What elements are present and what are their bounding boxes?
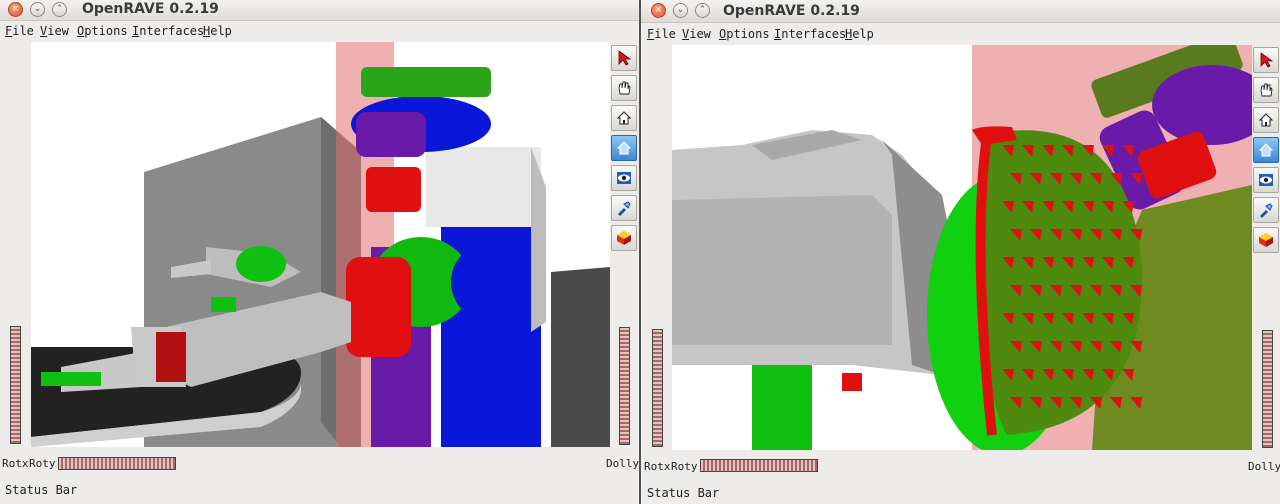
view-all-eye-icon[interactable] bbox=[1253, 167, 1279, 193]
rotx-wheel[interactable] bbox=[652, 329, 663, 447]
menu-help[interactable]: Help bbox=[845, 27, 874, 41]
menu-options[interactable]: Options bbox=[719, 27, 770, 41]
menu-view[interactable]: View bbox=[682, 27, 711, 41]
openrave-window-left: × ⌄ ⌃ OpenRAVE 0.2.19 File View Options … bbox=[0, 0, 639, 504]
roty-label: Roty bbox=[671, 460, 698, 473]
dolly-label: Dolly bbox=[606, 457, 639, 470]
menu-help[interactable]: Help bbox=[203, 24, 232, 38]
menu-bar: File View Options Interfaces Help bbox=[641, 25, 1280, 45]
rotx-label: Rotx bbox=[2, 457, 29, 470]
view-all-eye-icon[interactable] bbox=[611, 165, 637, 191]
set-home-icon[interactable] bbox=[1253, 137, 1279, 163]
status-bar: Status Bar bbox=[5, 483, 78, 497]
projection-cube-icon[interactable] bbox=[611, 225, 637, 251]
rotx-wheel[interactable] bbox=[10, 326, 21, 444]
roty-wheel[interactable] bbox=[700, 459, 818, 472]
window-title: OpenRAVE 0.2.19 bbox=[723, 3, 860, 19]
3d-viewport[interactable] bbox=[672, 45, 1252, 450]
menu-file[interactable]: File bbox=[647, 27, 676, 41]
dolly-wheel[interactable] bbox=[619, 327, 630, 445]
dolly-label: Dolly bbox=[1248, 460, 1280, 473]
select-arrow-icon[interactable] bbox=[611, 45, 637, 71]
menu-options[interactable]: Options bbox=[77, 24, 128, 38]
dolly-wheel[interactable] bbox=[1262, 330, 1273, 448]
set-home-icon[interactable] bbox=[611, 135, 637, 161]
title-bar[interactable]: × ⌄ ⌃ OpenRAVE 0.2.19 bbox=[641, 0, 1280, 23]
menu-interfaces[interactable]: Interfaces bbox=[132, 24, 204, 38]
pan-hand-icon[interactable] bbox=[611, 75, 637, 101]
seek-flashlight-icon[interactable] bbox=[611, 195, 637, 221]
roty-label: Roty bbox=[29, 457, 56, 470]
maximize-window-button[interactable]: ⌃ bbox=[52, 2, 67, 17]
status-bar: Status Bar bbox=[647, 486, 720, 500]
home-icon[interactable] bbox=[611, 105, 637, 131]
menu-bar: File View Options Interfaces Help bbox=[0, 22, 639, 42]
maximize-window-button[interactable]: ⌃ bbox=[695, 3, 710, 18]
close-window-button[interactable]: × bbox=[8, 2, 23, 17]
close-window-button[interactable]: × bbox=[651, 3, 666, 18]
menu-interfaces[interactable]: Interfaces bbox=[774, 27, 846, 41]
minimize-window-button[interactable]: ⌄ bbox=[673, 3, 688, 18]
minimize-window-button[interactable]: ⌄ bbox=[30, 2, 45, 17]
select-arrow-icon[interactable] bbox=[1253, 47, 1279, 73]
roty-wheel[interactable] bbox=[58, 457, 176, 470]
robot-scene-render bbox=[31, 42, 610, 447]
3d-viewport[interactable] bbox=[31, 42, 610, 447]
viewer-toolbar bbox=[1253, 47, 1279, 257]
menu-file[interactable]: File bbox=[5, 24, 34, 38]
viewer-toolbar bbox=[611, 45, 637, 255]
window-title: OpenRAVE 0.2.19 bbox=[82, 1, 219, 17]
seek-flashlight-icon[interactable] bbox=[1253, 197, 1279, 223]
gripper-closeup-render bbox=[672, 45, 1252, 450]
rotx-label: Rotx bbox=[644, 460, 671, 473]
menu-view[interactable]: View bbox=[40, 24, 69, 38]
pan-hand-icon[interactable] bbox=[1253, 77, 1279, 103]
home-icon[interactable] bbox=[1253, 107, 1279, 133]
projection-cube-icon[interactable] bbox=[1253, 227, 1279, 253]
title-bar[interactable]: × ⌄ ⌃ OpenRAVE 0.2.19 bbox=[0, 0, 639, 21]
